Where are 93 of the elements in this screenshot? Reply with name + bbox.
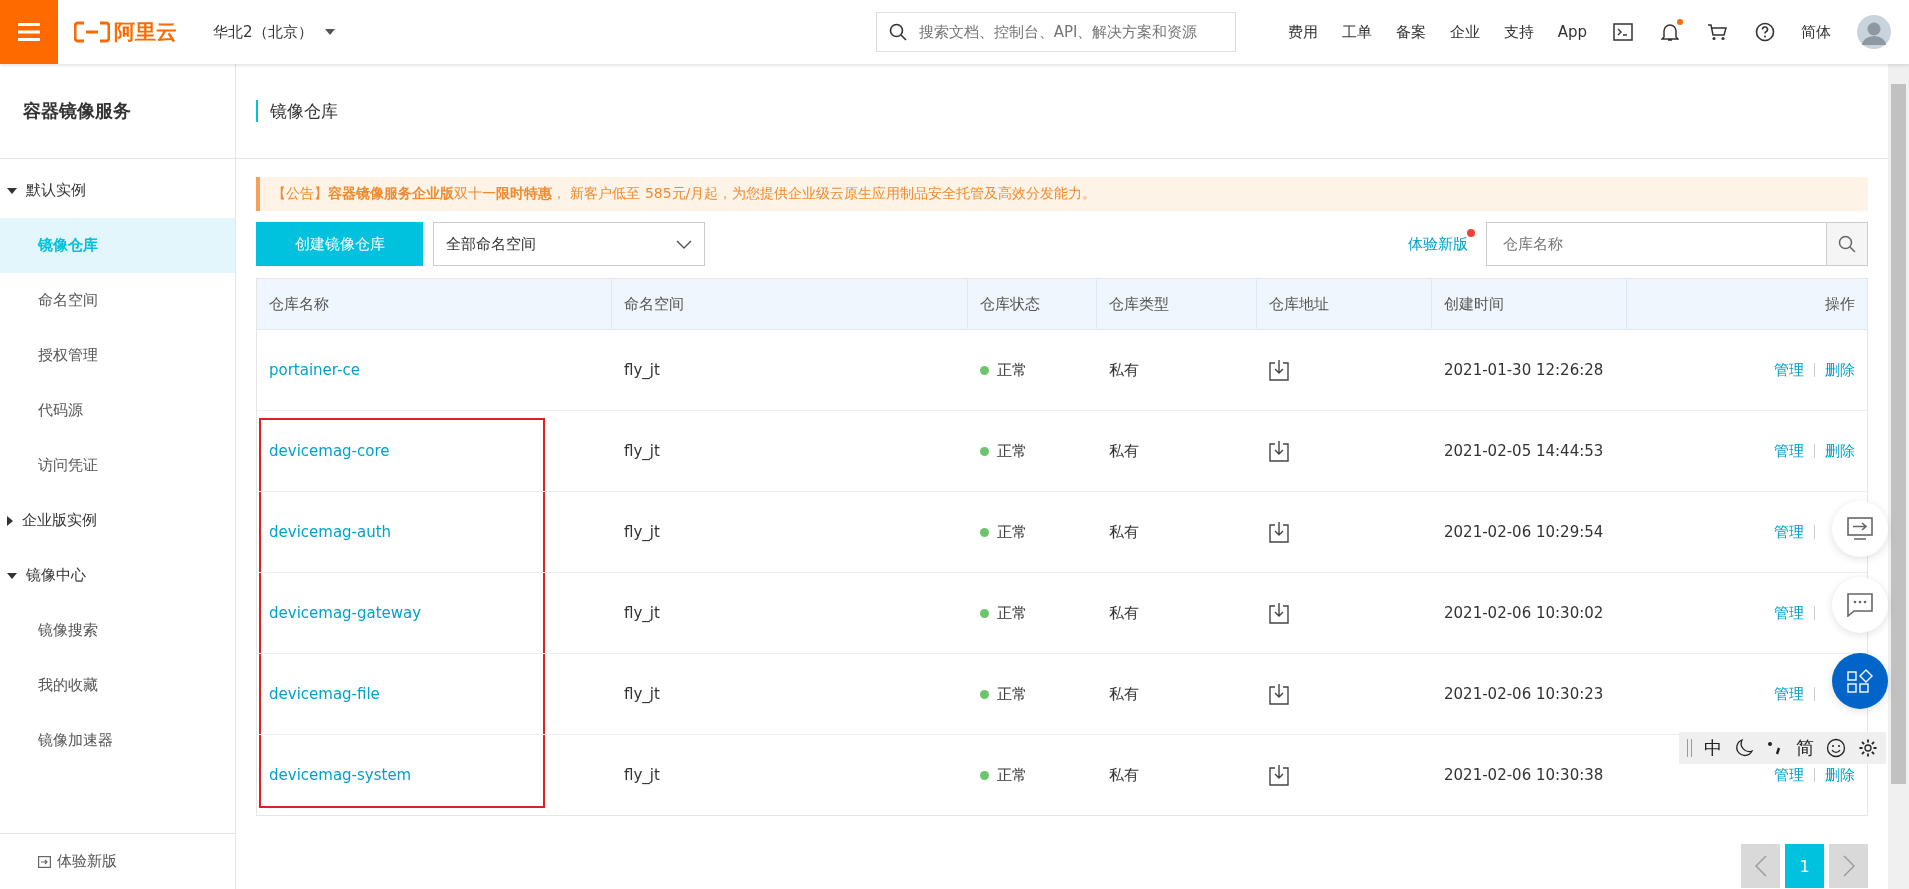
column-header: 命名空间 <box>612 279 968 329</box>
download-icon[interactable] <box>1269 359 1289 381</box>
chevron-right-icon <box>1842 855 1855 877</box>
search-button[interactable] <box>1826 222 1868 266</box>
table-cell: 正常 <box>997 765 1027 785</box>
page-title: 镜像仓库 <box>256 100 338 122</box>
table-cell: 私有 <box>1109 441 1139 461</box>
table-cell: 私有 <box>1109 522 1139 542</box>
sidebar-group[interactable]: 默认实例 <box>0 163 235 218</box>
table-cell: fly_jt <box>624 361 660 379</box>
table-cell: 正常 <box>997 684 1027 704</box>
nav-link[interactable]: App <box>1557 23 1587 41</box>
download-icon[interactable] <box>1269 521 1289 543</box>
notice-banner: 【公告】容器镜像服务企业版双十一限时特惠， 新客户低至 585元/月起，为您提供企业级云原生应用制品安全托管及高效分发能力。 <box>256 177 1868 211</box>
sidebar-item[interactable]: 访问凭证 <box>0 438 235 493</box>
float-button[interactable] <box>1832 501 1888 557</box>
caret-down-icon <box>7 572 17 579</box>
download-icon[interactable] <box>1269 764 1289 786</box>
table-cell: 私有 <box>1109 765 1139 785</box>
sidebar-title: 容器镜像服务 <box>0 64 235 159</box>
chat-icon <box>1847 593 1873 617</box>
exit-icon <box>38 855 51 868</box>
sidebar-item[interactable]: 我的收藏 <box>0 658 235 713</box>
language-link[interactable]: 简体 <box>1801 22 1831 42</box>
screen-arrow-icon <box>1847 517 1873 541</box>
sidebar-item[interactable]: 代码源 <box>0 383 235 438</box>
avatar-icon[interactable] <box>1857 15 1891 49</box>
table-cell: 2021-01-30 12:26:28 <box>1444 361 1604 379</box>
cart-icon[interactable] <box>1707 23 1727 41</box>
table-cell: 正常 <box>997 441 1027 461</box>
column-header: 操作 <box>1824 293 1856 315</box>
column-header: 创建时间 <box>1432 279 1627 329</box>
menu-button[interactable] <box>0 0 58 64</box>
table-cell: fly_jt <box>624 766 660 784</box>
caret-down-icon <box>7 187 17 194</box>
search-field[interactable]: 搜索文档、控制台、API、解决方案和资源 <box>875 12 1236 52</box>
table-cell: 正常 <box>997 603 1027 623</box>
sidebar-group[interactable]: 企业版实例 <box>0 493 235 548</box>
nav-link[interactable]: 工单 <box>1341 22 1372 42</box>
table-cell: 2021-02-06 10:30:02 <box>1444 604 1604 622</box>
float-button[interactable] <box>1832 577 1888 633</box>
download-icon[interactable] <box>1269 602 1289 624</box>
download-icon[interactable] <box>1269 440 1289 462</box>
table-cell: 2021-02-05 14:44:53 <box>1444 442 1604 460</box>
column-header: 仓库状态 <box>968 279 1097 329</box>
search-icon <box>888 23 907 41</box>
table-cell: 2021-02-06 10:30:38 <box>1444 766 1604 784</box>
nav-link[interactable]: 备案 <box>1395 22 1426 42</box>
column-header: 仓库类型 <box>1097 279 1257 329</box>
caret-right-icon <box>7 515 13 526</box>
caret-icon <box>324 29 335 35</box>
menu-icon <box>18 23 40 41</box>
ime-mode-button[interactable]: 中 <box>1704 736 1722 760</box>
table-cell: fly_jt <box>624 442 660 460</box>
column-header: 仓库名称 <box>257 279 612 329</box>
smiley-icon[interactable] <box>1826 738 1846 758</box>
table-cell: 私有 <box>1109 603 1139 623</box>
column-header: 仓库地址 <box>1257 279 1432 329</box>
table-cell: 私有 <box>1109 684 1139 704</box>
table-cell: 私有 <box>1109 360 1139 380</box>
chevron-left-icon <box>1754 855 1767 877</box>
region-selector[interactable]: 华北2（北京） <box>213 22 335 42</box>
sidebar-item[interactable]: 镜像加速器 <box>0 713 235 768</box>
new-version-link[interactable]: 体验新版 <box>38 852 117 871</box>
sidebar-item[interactable]: 授权管理 <box>0 328 235 383</box>
ime-script-button[interactable]: 简 <box>1796 736 1814 760</box>
brand-name: 阿里云 <box>114 19 177 46</box>
table-cell: 正常 <box>997 360 1027 380</box>
nav-link[interactable]: 支持 <box>1503 22 1534 42</box>
help-icon[interactable] <box>1755 22 1775 42</box>
nav-link[interactable]: 企业 <box>1449 22 1480 42</box>
terminal-icon[interactable] <box>1613 23 1633 41</box>
apps-icon <box>1847 669 1873 693</box>
bell-icon[interactable] <box>1661 22 1679 42</box>
chevron-down-icon <box>676 239 692 249</box>
moon-icon[interactable] <box>1734 738 1754 758</box>
nav-link[interactable]: 费用 <box>1287 22 1318 42</box>
sidebar-item[interactable]: 镜像搜索 <box>0 603 235 658</box>
sidebar-item[interactable]: 命名空间 <box>0 273 235 328</box>
float-button[interactable] <box>1832 653 1888 709</box>
download-icon[interactable] <box>1269 683 1289 705</box>
sidebar-group[interactable]: 镜像中心 <box>0 548 235 603</box>
table-cell: fly_jt <box>624 604 660 622</box>
table-cell: fly_jt <box>624 523 660 541</box>
namespace-dropdown[interactable]: 全部命名空间 <box>433 222 705 266</box>
search-icon <box>1838 235 1856 253</box>
scrollbar[interactable] <box>1888 64 1909 889</box>
table-cell: fly_jt <box>624 685 660 703</box>
logo-icon <box>74 21 110 43</box>
table-cell: 正常 <box>997 522 1027 542</box>
table-cell: 2021-02-06 10:30:23 <box>1444 685 1604 703</box>
settings-icon[interactable] <box>1858 738 1878 758</box>
table-cell: 2021-02-06 10:29:54 <box>1444 523 1604 541</box>
